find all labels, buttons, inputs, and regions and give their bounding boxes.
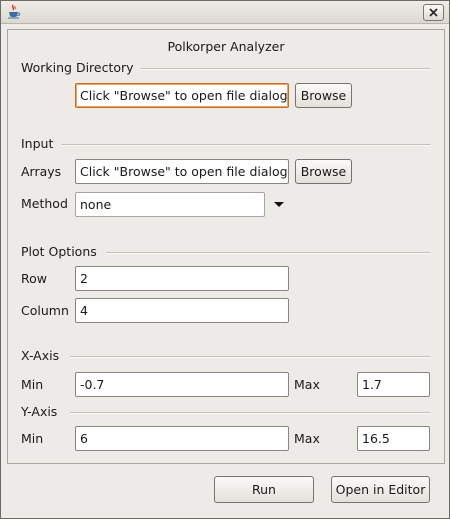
row-field[interactable]: 2 [75, 266, 289, 291]
working-directory-browse-button[interactable]: Browse [295, 83, 352, 108]
title-bar[interactable] [1, 1, 449, 24]
page-title: Polkorper Analyzer [167, 39, 285, 54]
chevron-down-icon[interactable] [274, 202, 284, 207]
open-in-editor-button[interactable]: Open in Editor [331, 476, 430, 503]
y-axis-max-label: Max [294, 431, 320, 446]
row-label: Row [21, 271, 47, 286]
section-label-plot-options: Plot Options [21, 244, 97, 259]
y-axis-max-field[interactable]: 16.5 [357, 426, 430, 451]
section-label-input: Input [21, 136, 54, 151]
separator [106, 252, 431, 254]
x-axis-max-label: Max [294, 377, 320, 392]
main-panel: Polkorper Analyzer Working Directory Cli… [7, 29, 445, 464]
close-button[interactable] [423, 4, 444, 21]
method-label: Method [21, 196, 68, 211]
arrays-field[interactable]: Click "Browse" to open file dialog [75, 159, 289, 184]
x-axis-min-label: Min [21, 377, 44, 392]
section-label-working-directory: Working Directory [21, 60, 134, 75]
separator [140, 68, 431, 70]
separator [70, 356, 431, 358]
run-button[interactable]: Run [214, 476, 314, 503]
arrays-label: Arrays [21, 164, 62, 179]
column-label: Column [21, 303, 69, 318]
section-label-x-axis: X-Axis [21, 348, 60, 363]
java-cup-icon [7, 4, 21, 19]
arrays-browse-button[interactable]: Browse [295, 159, 352, 184]
x-axis-max-field[interactable]: 1.7 [357, 372, 430, 397]
y-axis-min-field[interactable]: 6 [75, 426, 289, 451]
app-window: Polkorper Analyzer Working Directory Cli… [0, 0, 450, 519]
separator [61, 144, 431, 146]
separator [70, 412, 431, 414]
x-axis-min-field[interactable]: -0.7 [75, 372, 289, 397]
method-select[interactable]: none [75, 192, 265, 217]
section-label-y-axis: Y-Axis [21, 404, 58, 419]
working-directory-field[interactable]: Click "Browse" to open file dialog [75, 83, 289, 108]
y-axis-min-label: Min [21, 431, 44, 446]
close-x-icon [429, 5, 438, 20]
column-field[interactable]: 4 [75, 298, 289, 323]
